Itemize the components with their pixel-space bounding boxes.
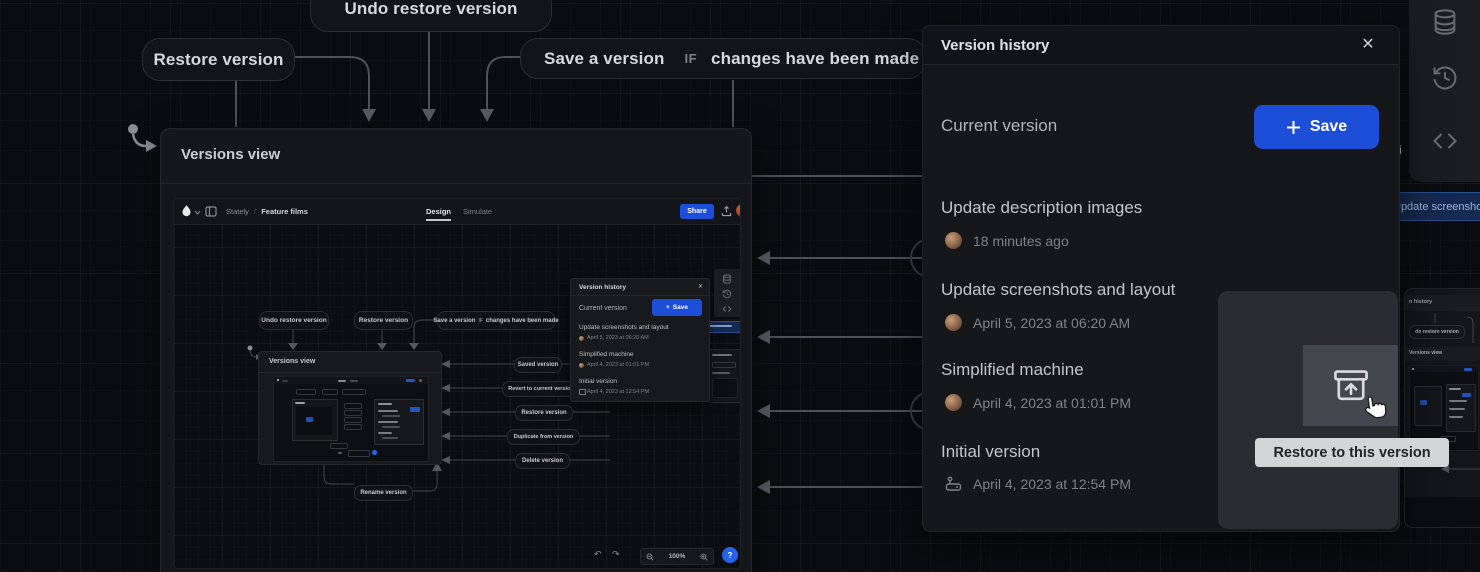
save-version-button[interactable]: Save (1254, 105, 1379, 149)
node-save-a-version[interactable]: Save a version IF changes have been made (520, 38, 926, 79)
mini-entry-name: Initial version (579, 378, 617, 385)
mini-entry-time: April 4, 2023 at 01:01 PM (587, 362, 649, 368)
divider (571, 295, 709, 296)
embedded-screenshot: Stately / Feature films Design Simulate … (173, 198, 741, 569)
avatar (945, 314, 962, 331)
mini-version-history-panel: Version history ✕ Current version + Save… (570, 278, 710, 402)
zoom-controls: 100% (640, 548, 714, 565)
code-icon (722, 304, 732, 314)
guard-if-label: IF (684, 51, 697, 66)
mini-entry-name: Simplified machine (579, 351, 634, 358)
version-entry-meta: April 4, 2023 at 01:01 PM (945, 394, 1131, 411)
database-icon (722, 274, 732, 284)
mini-toolbar (714, 269, 740, 317)
mini-save-button: + Save (652, 299, 702, 316)
mini-event-saved-version: Saved version (514, 357, 562, 373)
mini-controls: ↶ ↷ 100% ? (594, 547, 740, 567)
right-toolbar (1409, 0, 1480, 182)
history-icon (722, 289, 732, 299)
version-entry-meta: April 5, 2023 at 06:20 AM (945, 314, 1130, 331)
code-button[interactable] (1431, 127, 1459, 155)
plus-icon (1286, 120, 1301, 135)
history-icon (1431, 64, 1459, 92)
version-history-button[interactable] (1431, 64, 1459, 92)
tooltip: Restore to this version (1255, 438, 1449, 467)
node-undo-restore-version[interactable]: Undo restore version (310, 0, 552, 32)
panel-title: Version history (941, 37, 1049, 54)
nested-screenshot-thumbnail (273, 376, 429, 462)
stately-editor-canvas: Undo restore version Restore version Sav… (0, 0, 1480, 572)
mini-event-delete-version: Delete version (515, 453, 570, 469)
plus-icon: + (666, 304, 670, 311)
code-icon (1431, 127, 1459, 155)
save-label: Save (1310, 118, 1347, 136)
node-label: Undo restore version (345, 0, 518, 19)
guard-text: changes have been made (711, 49, 919, 69)
undo-icon: ↶ (594, 549, 602, 560)
version-entry-time: 18 minutes ago (973, 233, 1069, 249)
zoom-level: 100% (669, 553, 686, 560)
version-entry-time: April 4, 2023 at 01:01 PM (973, 395, 1131, 411)
mini-panel-title: Version history (579, 284, 626, 291)
mini-current-version-label: Current version (579, 305, 627, 312)
mini-event-rename-version: Rename version (354, 485, 413, 501)
cursor-pointer-icon (1360, 392, 1390, 422)
version-entry-name: Update description images (941, 198, 1142, 218)
version-entry-meta: April 4, 2023 at 12:54 PM (945, 476, 1131, 492)
version-entry-time: April 5, 2023 at 06:20 AM (973, 315, 1130, 331)
avatar (945, 232, 962, 249)
zoom-in-icon (700, 553, 708, 561)
current-version-label: Current version (941, 116, 1057, 136)
mini-node-undo-restore-version: Undo restore version (259, 311, 329, 330)
close-button[interactable]: ✕ (1357, 34, 1379, 56)
version-entry-name: Initial version (941, 442, 1040, 462)
mini-avatar (579, 363, 584, 368)
panel-header: Version history ✕ (923, 26, 1399, 65)
mini-state-versions-view: Versions view (258, 351, 442, 465)
background-mini-screenshot: n history do restore version Versions vi… (1404, 288, 1480, 528)
zoom-out-icon (646, 553, 654, 561)
database-icon (1431, 8, 1459, 36)
fragment-lines (1405, 313, 1480, 349)
mini-event-restore-version: Restore version (515, 405, 573, 421)
selected-node-update-screenshots[interactable]: Update screenshots and... (1390, 192, 1480, 221)
fragment-band (1405, 497, 1480, 527)
redo-icon: ↷ (612, 549, 620, 560)
initial-state-arrow (128, 124, 157, 152)
avatar (945, 394, 962, 411)
tooltip-label: Restore to this version (1273, 445, 1430, 461)
node-label: Save a version (544, 49, 664, 69)
mini-entry-time: April 4, 2023 at 12:54 PM (587, 389, 649, 395)
state-title: Versions view (181, 146, 280, 163)
state-versions-view[interactable]: Versions view Stately / Feature films (160, 128, 752, 572)
mini-state-title: Versions view (269, 358, 315, 365)
mini-close-icon: ✕ (698, 283, 703, 290)
machine-icon (945, 476, 962, 492)
version-entry-name: Simplified machine (941, 360, 1084, 380)
help-button: ? (722, 547, 738, 563)
version-entry-name: Update screenshots and layout (941, 280, 1175, 300)
version-entry-time: April 4, 2023 at 12:54 PM (973, 476, 1131, 492)
mini-machine-icon (579, 389, 586, 395)
mini-event-revert-to-current-version: Revert to current version (502, 381, 580, 397)
divider (161, 183, 751, 184)
fragment-text: n history (1409, 299, 1432, 305)
mini-avatar (579, 336, 584, 341)
mini-entry-time: April 5, 2023 at 06:20 AM (587, 335, 649, 341)
node-restore-version[interactable]: Restore version (142, 38, 295, 81)
mini-event-duplicate-from-version: Duplicate from version (507, 429, 580, 445)
mini-entry-name: Update screenshots and layout (579, 324, 669, 331)
mini-node-restore-version: Restore version (354, 311, 413, 330)
fragment-text: Versions view (1409, 350, 1442, 356)
node-label: Restore version (154, 50, 284, 70)
close-icon: ✕ (1361, 36, 1374, 53)
data-sources-button[interactable] (1431, 8, 1459, 36)
version-entry-meta: 18 minutes ago (945, 232, 1069, 249)
divider (259, 372, 441, 373)
mini-node-save-a-version: Save a version IF changes have been made (437, 311, 555, 330)
